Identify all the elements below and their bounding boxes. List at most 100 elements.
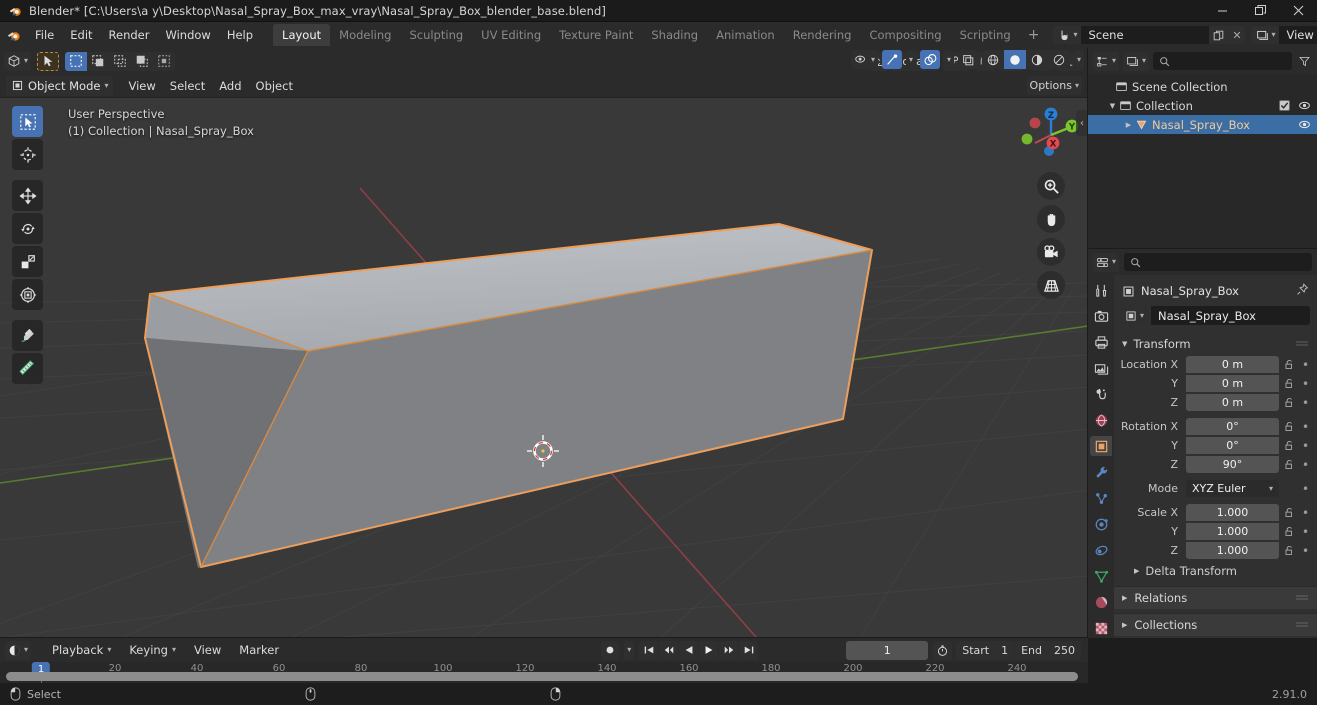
tab-texture-paint[interactable]: Texture Paint xyxy=(550,24,642,46)
auto-keying-toggle[interactable] xyxy=(601,640,620,660)
tool-transform[interactable] xyxy=(12,279,43,310)
tab-layout[interactable]: Layout xyxy=(273,24,331,46)
properties-search-input[interactable] xyxy=(1124,253,1312,271)
properties-tab-constraints[interactable] xyxy=(1090,540,1112,560)
animate-property-button[interactable]: • xyxy=(1300,483,1311,495)
animate-property-button[interactable]: • xyxy=(1300,526,1311,538)
outliner-display-mode-button[interactable]: ▾ xyxy=(1123,51,1150,71)
timeline-editor[interactable]: ▾ Playback ▾ Keying ▾ View Marker ▾ 1 St… xyxy=(0,638,1088,683)
rotation-y-value[interactable]: 0° xyxy=(1186,437,1279,454)
rotation-mode-select[interactable]: XYZ Euler ▾ xyxy=(1186,480,1279,497)
menu-edit[interactable]: Edit xyxy=(62,25,100,45)
outliner-row-scene-collection[interactable]: ▶ Scene Collection xyxy=(1088,77,1317,96)
select-extend-button[interactable] xyxy=(87,52,109,71)
timeline-menu-keying[interactable]: Keying ▾ xyxy=(122,641,183,659)
tab-animation[interactable]: Animation xyxy=(707,24,784,46)
properties-tab-material[interactable] xyxy=(1090,592,1112,612)
properties-tab-view-layer[interactable] xyxy=(1090,358,1112,378)
location-z-value[interactable]: 0 m xyxy=(1186,394,1279,411)
play-reverse-button[interactable] xyxy=(679,640,699,660)
zoom-view-button[interactable] xyxy=(1037,172,1065,200)
start-frame-field[interactable]: Start 1 xyxy=(956,640,1015,660)
rotation-z-value[interactable]: 90° xyxy=(1186,456,1279,473)
relations-panel[interactable]: ▶ Relations xyxy=(1114,586,1317,609)
location-x-value[interactable]: 0 m xyxy=(1186,356,1279,373)
end-frame-field[interactable]: End 250 xyxy=(1015,640,1081,660)
animate-property-button[interactable]: • xyxy=(1300,378,1311,390)
lock-icon[interactable] xyxy=(1283,507,1296,518)
outliner-filter-button[interactable] xyxy=(1296,55,1312,68)
properties-tab-physics[interactable] xyxy=(1090,514,1112,534)
menu-window[interactable]: Window xyxy=(157,25,218,45)
tab-compositing[interactable]: Compositing xyxy=(860,24,950,46)
options-menu-button[interactable]: Options ▾ xyxy=(1026,76,1082,95)
overlays-dropdown[interactable]: ▾ xyxy=(943,50,954,69)
viewport-menu-add[interactable]: Add xyxy=(212,77,248,95)
blender-app-icon[interactable] xyxy=(6,28,21,43)
visibility-filter-button[interactable]: ▾ xyxy=(850,50,878,69)
lock-icon[interactable] xyxy=(1283,459,1296,470)
keying-dropdown[interactable]: ▾ xyxy=(624,640,635,660)
jump-to-next-keyframe-button[interactable] xyxy=(719,640,739,660)
properties-tab-output[interactable] xyxy=(1090,332,1112,352)
shading-dropdown[interactable]: ▾ xyxy=(1073,50,1084,69)
interaction-mode-selector[interactable]: Object Mode ▾ xyxy=(6,75,114,96)
jump-to-prev-keyframe-button[interactable] xyxy=(659,640,679,660)
animate-property-button[interactable]: • xyxy=(1300,397,1311,409)
region-divider-outliner-properties[interactable] xyxy=(1088,248,1317,249)
gizmos-toggle-button[interactable] xyxy=(881,50,902,69)
shading-material-preview-button[interactable] xyxy=(1026,50,1048,69)
animate-property-button[interactable]: • xyxy=(1300,459,1311,471)
timeline-menu-view[interactable]: View xyxy=(187,641,228,659)
transform-panel-header[interactable]: ▼ Transform xyxy=(1114,334,1317,354)
delta-transform-subpanel[interactable]: ▶ Delta Transform xyxy=(1114,559,1317,582)
tool-move[interactable] xyxy=(12,180,43,211)
region-divider-vertical[interactable] xyxy=(1087,48,1088,638)
window-maximize-button[interactable] xyxy=(1241,0,1279,22)
select-invert-button[interactable] xyxy=(131,52,153,71)
jump-to-start-button[interactable] xyxy=(639,640,659,660)
viewport-menu-select[interactable]: Select xyxy=(163,77,212,95)
menu-file[interactable]: File xyxy=(27,25,62,45)
properties-editor[interactable]: ▾ Nasal_Spray_Box ▾ Nasal_Spray_Box ▼ Tr… xyxy=(1088,249,1317,638)
object-name-field[interactable]: Nasal_Spray_Box xyxy=(1151,306,1310,325)
use-preview-range-button[interactable] xyxy=(933,640,953,660)
properties-tab-modifiers[interactable] xyxy=(1090,462,1112,482)
collections-panel[interactable]: ▶ Collections xyxy=(1114,613,1317,636)
xray-toggle-button[interactable] xyxy=(957,50,978,69)
scene-browse-button[interactable]: ▾ xyxy=(1053,26,1082,44)
properties-tab-tool[interactable] xyxy=(1090,280,1112,300)
select-intersect-button[interactable] xyxy=(153,52,175,71)
viewport-menu-object[interactable]: Object xyxy=(249,77,300,95)
properties-tab-data[interactable] xyxy=(1090,566,1112,586)
viewport-canvas[interactable] xyxy=(0,98,1088,638)
lock-icon[interactable] xyxy=(1283,526,1296,537)
timeline-horizontal-scrollbar[interactable] xyxy=(6,672,1078,681)
properties-tab-scene[interactable] xyxy=(1090,384,1112,404)
animate-property-button[interactable]: • xyxy=(1300,545,1311,557)
menu-help[interactable]: Help xyxy=(219,25,261,45)
tool-measure[interactable] xyxy=(12,353,43,384)
camera-view-button[interactable] xyxy=(1037,238,1065,266)
view-layer-name-field[interactable]: View Layer xyxy=(1279,26,1317,44)
animate-property-button[interactable]: • xyxy=(1300,440,1311,452)
scene-unlink-button[interactable]: ✕ xyxy=(1228,26,1246,44)
tool-annotate[interactable] xyxy=(12,320,43,351)
tab-scripting[interactable]: Scripting xyxy=(951,24,1020,46)
view-axis-gizmo[interactable]: Z Y X xyxy=(1019,103,1083,167)
toggle-perspective-button[interactable] xyxy=(1037,271,1065,299)
eye-icon[interactable] xyxy=(1298,99,1311,112)
jump-to-end-button[interactable] xyxy=(739,640,759,660)
properties-tab-particles[interactable] xyxy=(1090,488,1112,508)
outliner-search-input[interactable] xyxy=(1153,52,1292,70)
region-divider-viewport-timeline[interactable] xyxy=(0,637,1088,638)
tab-rendering[interactable]: Rendering xyxy=(784,24,861,46)
shading-rendered-button[interactable] xyxy=(1048,50,1070,69)
properties-tab-world[interactable] xyxy=(1090,410,1112,430)
shading-solid-button[interactable] xyxy=(1003,50,1026,69)
location-y-value[interactable]: 0 m xyxy=(1186,375,1279,392)
scene-name-field[interactable]: Scene xyxy=(1081,26,1210,44)
lock-icon[interactable] xyxy=(1283,421,1296,432)
tool-scale[interactable] xyxy=(12,246,43,277)
gizmos-dropdown[interactable]: ▾ xyxy=(905,50,916,69)
